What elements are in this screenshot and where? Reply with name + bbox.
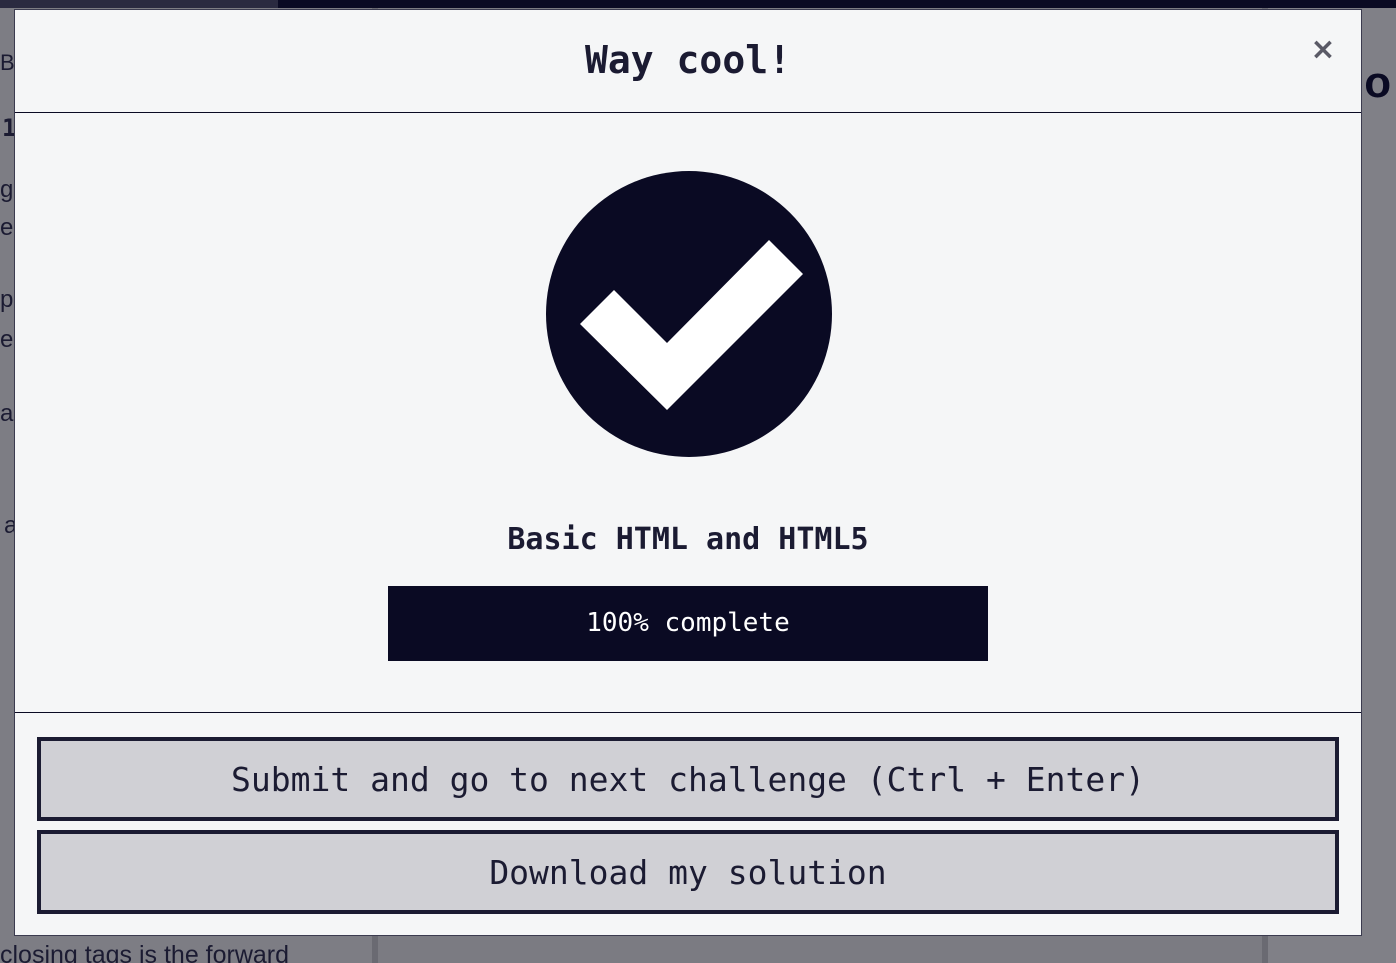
instructions-text-fragment: g	[0, 176, 14, 203]
block-title: Basic HTML and HTML5	[507, 522, 869, 557]
progress-label: 100% complete	[586, 608, 790, 638]
completion-modal: Way cool! × Basic HTML and HTML5 100% co…	[14, 9, 1362, 936]
modal-footer: Submit and go to next challenge (Ctrl + …	[15, 712, 1361, 936]
submit-next-challenge-button[interactable]: Submit and go to next challenge (Ctrl + …	[37, 737, 1339, 821]
check-circle-icon	[546, 171, 832, 457]
top-navbar-left	[0, 0, 278, 8]
instructions-bottom-text: closing tags is the forward	[0, 941, 290, 963]
modal-title: Way cool!	[585, 38, 791, 82]
download-solution-button[interactable]: Download my solution	[37, 830, 1339, 914]
progress-bar: 100% complete	[388, 586, 988, 661]
close-button[interactable]: ×	[1305, 32, 1341, 68]
modal-header: Way cool! ×	[15, 10, 1361, 113]
